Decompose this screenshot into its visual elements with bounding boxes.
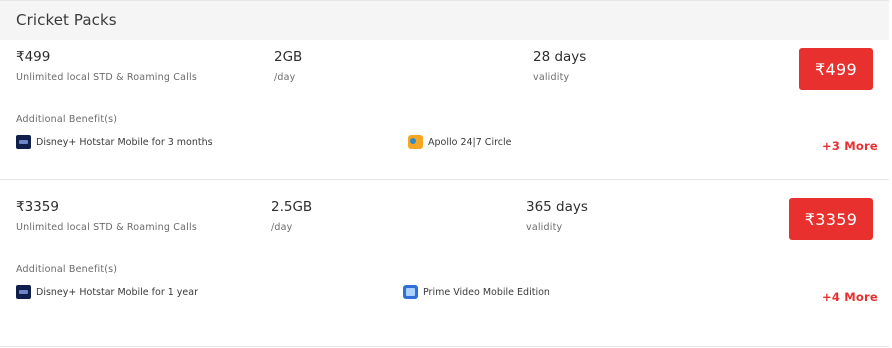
benefit-label: Disney+ Hotstar Mobile for 3 months <box>36 136 213 148</box>
plan-validity: 365 days <box>526 199 588 215</box>
plan-validity-label: validity <box>533 72 570 83</box>
plan-data: 2.5GB <box>271 199 313 215</box>
benefits-title: Additional Benefit(s) <box>16 264 118 275</box>
plan-card: ₹499 Unlimited local STD & Roaming Calls… <box>0 40 889 180</box>
more-benefits-link[interactable]: +3 More <box>822 139 878 153</box>
plan-data-unit: /day <box>274 72 296 83</box>
benefit-label: Disney+ Hotstar Mobile for 1 year <box>36 286 198 298</box>
plan-validity-label: validity <box>526 222 563 233</box>
benefit-label: Prime Video Mobile Edition <box>423 286 550 298</box>
buy-plan-button[interactable]: ₹3359 <box>789 198 873 240</box>
plan-price: ₹499 <box>16 49 51 65</box>
benefit-item: Apollo 24|7 Circle <box>408 135 511 149</box>
benefit-item: Disney+ Hotstar Mobile for 3 months <box>16 135 213 149</box>
plan-price: ₹3359 <box>16 199 59 215</box>
benefits-title: Additional Benefit(s) <box>16 114 118 125</box>
plan-calls: Unlimited local STD & Roaming Calls <box>16 222 197 233</box>
benefit-label: Apollo 24|7 Circle <box>428 136 512 148</box>
benefit-item: Disney+ Hotstar Mobile for 1 year <box>16 285 198 299</box>
section-title: Cricket Packs <box>16 11 117 29</box>
section-header: Cricket Packs <box>0 0 889 40</box>
hotstar-icon <box>16 285 31 299</box>
plan-data: 2GB <box>274 49 303 65</box>
prime-video-icon <box>403 285 418 299</box>
plan-calls: Unlimited local STD & Roaming Calls <box>16 72 197 83</box>
hotstar-icon <box>16 135 31 149</box>
plan-validity: 28 days <box>533 49 587 65</box>
plan-data-unit: /day <box>271 222 293 233</box>
buy-plan-button[interactable]: ₹499 <box>799 48 873 90</box>
benefit-item: Prime Video Mobile Edition <box>403 285 550 299</box>
apollo-icon <box>408 135 423 149</box>
plan-card: ₹3359 Unlimited local STD & Roaming Call… <box>0 181 889 347</box>
more-benefits-link[interactable]: +4 More <box>822 290 878 304</box>
